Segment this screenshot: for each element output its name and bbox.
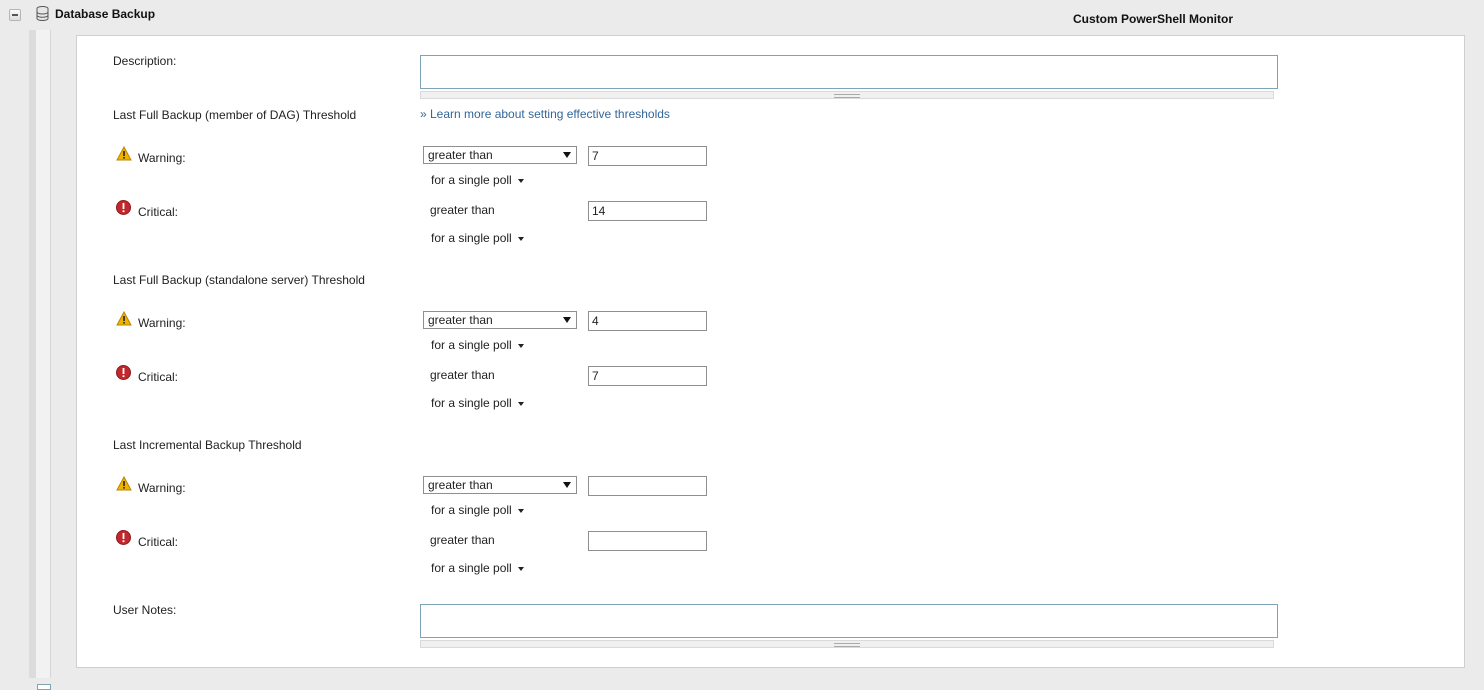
monitor-type-label: Custom PowerShell Monitor	[1073, 12, 1234, 26]
caret-down-icon	[517, 343, 524, 348]
warning-icon	[116, 311, 132, 326]
section-title: Database Backup	[55, 7, 156, 21]
critical-operator: greater than	[430, 368, 495, 382]
critical-poll-dropdown[interactable]: for a single poll	[431, 561, 524, 575]
critical-operator: greater than	[430, 533, 495, 547]
critical-poll-dropdown[interactable]: for a single poll	[431, 396, 524, 410]
warning-operator-value: greater than	[428, 313, 493, 327]
critical-label: Critical:	[138, 370, 179, 384]
warning-poll-dropdown[interactable]: for a single poll	[431, 503, 524, 517]
threshold-title: Last Incremental Backup Threshold	[113, 438, 302, 452]
description-field[interactable]	[420, 55, 1278, 89]
section-header: Database Backup Custom PowerShell Monito…	[0, 0, 1484, 30]
caret-down-icon	[517, 236, 524, 241]
warning-poll-dropdown[interactable]: for a single poll	[431, 173, 524, 187]
critical-poll-dropdown[interactable]: for a single poll	[431, 231, 524, 245]
critical-icon	[116, 365, 131, 380]
caret-down-icon	[517, 178, 524, 183]
collapse-button[interactable]	[9, 9, 21, 21]
warning-label: Warning:	[138, 151, 186, 165]
user-notes-label: User Notes:	[113, 603, 177, 617]
warning-icon	[116, 146, 132, 161]
tree-rail	[29, 30, 36, 678]
critical-value-input[interactable]: 14	[588, 201, 707, 221]
learn-more-link[interactable]: » Learn more about setting effective thr…	[420, 107, 670, 121]
warning-value-input[interactable]	[588, 476, 707, 496]
caret-down-icon	[517, 401, 524, 406]
user-notes-resize-handle[interactable]	[420, 640, 1274, 648]
user-notes-field[interactable]	[420, 604, 1278, 638]
warning-poll-label: for a single poll	[431, 503, 512, 517]
chevron-down-icon	[563, 317, 571, 323]
threshold-title: Last Full Backup (standalone server) Thr…	[113, 273, 365, 287]
critical-poll-label: for a single poll	[431, 231, 512, 245]
warning-poll-label: for a single poll	[431, 338, 512, 352]
critical-value-input[interactable]: 7	[588, 366, 707, 386]
critical-value-input[interactable]	[588, 531, 707, 551]
critical-label: Critical:	[138, 205, 179, 219]
warning-operator-value: greater than	[428, 478, 493, 492]
threshold-title: Last Full Backup (member of DAG) Thresho…	[113, 108, 357, 122]
caret-down-icon	[517, 566, 524, 571]
critical-poll-label: for a single poll	[431, 396, 512, 410]
critical-poll-label: for a single poll	[431, 561, 512, 575]
warning-operator-select[interactable]: greater than	[423, 311, 577, 329]
critical-icon	[116, 200, 131, 215]
description-resize-handle[interactable]	[420, 91, 1274, 99]
description-label: Description:	[113, 54, 177, 68]
critical-icon	[116, 530, 131, 545]
next-section-toggle[interactable]	[37, 684, 51, 690]
chevron-down-icon	[563, 152, 571, 158]
critical-operator: greater than	[430, 203, 495, 217]
warning-value-input[interactable]: 4	[588, 311, 707, 331]
warning-operator-value: greater than	[428, 148, 493, 162]
database-icon	[36, 6, 49, 21]
warning-poll-dropdown[interactable]: for a single poll	[431, 338, 524, 352]
settings-panel	[76, 35, 1465, 668]
warning-label: Warning:	[138, 481, 186, 495]
warning-poll-label: for a single poll	[431, 173, 512, 187]
warning-icon	[116, 476, 132, 491]
tree-rail-inner	[36, 30, 51, 678]
warning-label: Warning:	[138, 316, 186, 330]
caret-down-icon	[517, 508, 524, 513]
warning-operator-select[interactable]: greater than	[423, 146, 577, 164]
chevron-down-icon	[563, 482, 571, 488]
warning-value-input[interactable]: 7	[588, 146, 707, 166]
warning-operator-select[interactable]: greater than	[423, 476, 577, 494]
critical-label: Critical:	[138, 535, 179, 549]
